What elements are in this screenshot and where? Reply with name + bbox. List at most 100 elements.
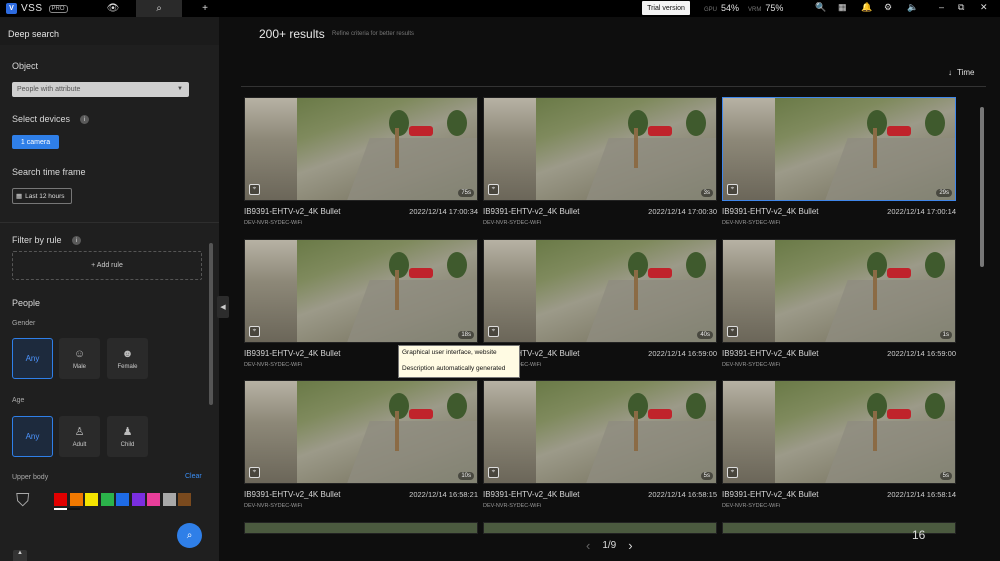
- speaker-icon[interactable]: 🔈: [907, 2, 918, 13]
- results-count: 200+ results: [259, 27, 325, 41]
- add-rule-button[interactable]: + Add rule: [12, 251, 202, 280]
- color-swatch[interactable]: [100, 493, 114, 506]
- result-thumbnail[interactable]: ⌖ 5s: [483, 380, 717, 484]
- trial-version-button[interactable]: Trial version: [642, 1, 690, 15]
- color-swatch[interactable]: [162, 493, 176, 506]
- age-adult-option[interactable]: ♙ Adult: [59, 416, 100, 457]
- tab-deep-search[interactable]: ⌕: [136, 0, 182, 17]
- crosshair-icon[interactable]: ⌖: [249, 326, 260, 337]
- chevron-left-icon: ◀: [220, 304, 226, 311]
- collapse-sidebar-button[interactable]: ◀: [217, 296, 229, 318]
- sort-arrow-icon: ↓: [948, 68, 952, 77]
- result-thumbnail[interactable]: ⌖ 1s: [722, 239, 956, 343]
- gender-male-option[interactable]: ☺ Male: [59, 338, 100, 379]
- age-child-option[interactable]: ♟ Child: [107, 416, 148, 457]
- color-swatch[interactable]: [178, 493, 191, 506]
- sort-label: Time: [957, 68, 975, 77]
- vram-stat: VRM 75%: [748, 3, 784, 13]
- age-any-option[interactable]: Any: [12, 416, 53, 457]
- app-logo: V VSS PRO: [0, 3, 90, 14]
- crosshair-icon[interactable]: ⌖: [727, 467, 738, 478]
- car-object: [887, 126, 911, 136]
- crosshair-icon[interactable]: ⌖: [488, 467, 499, 478]
- color-swatch[interactable]: [147, 493, 160, 506]
- result-timestamp: 2022/12/14 16:59:00: [887, 349, 956, 358]
- tree-trunk: [873, 411, 877, 451]
- crosshair-icon[interactable]: ⌖: [488, 184, 499, 195]
- color-swatch[interactable]: [85, 493, 98, 506]
- gender-female-label: Female: [117, 363, 138, 370]
- search-button[interactable]: ⌕: [177, 523, 202, 548]
- timeframe-button[interactable]: ▦ Last 12 hours: [12, 188, 72, 204]
- minimize-icon[interactable]: –: [939, 2, 944, 12]
- tree-object: [686, 110, 706, 136]
- result-thumbnail[interactable]: ⌖ 10s: [244, 380, 478, 484]
- color-swatch[interactable]: [69, 493, 83, 506]
- result-thumbnail[interactable]: ⌖ 5s: [722, 380, 956, 484]
- info-icon[interactable]: i: [72, 236, 81, 245]
- results-scrollbar[interactable]: [980, 107, 984, 267]
- clear-link[interactable]: Clear: [185, 473, 202, 480]
- result-thumbnail[interactable]: ⌖ 75s: [244, 97, 478, 201]
- object-select[interactable]: People with attribute ▼: [12, 82, 189, 97]
- tree-object: [447, 252, 467, 278]
- car-object: [409, 409, 433, 419]
- select-camera-button[interactable]: 1 camera: [12, 135, 59, 149]
- result-thumbnail[interactable]: ⌖ 18s: [244, 239, 478, 343]
- result-camera-name: IB9391-EHTV-v2_4K Bullet: [722, 207, 819, 216]
- result-timestamp: 2022/12/14 17:00:14: [887, 207, 956, 216]
- age-any-label: Any: [25, 432, 40, 441]
- gender-any-option[interactable]: Any: [12, 338, 53, 379]
- result-thumbnail[interactable]: [244, 522, 478, 534]
- color-swatch[interactable]: [116, 493, 129, 506]
- object-select-value: People with attribute: [17, 86, 81, 93]
- result-thumbnail[interactable]: [483, 522, 717, 534]
- crosshair-icon[interactable]: ⌖: [488, 326, 499, 337]
- grid-icon[interactable]: ▦: [838, 2, 847, 13]
- result-device-name: DEV-NVR-SYDEC-WiFi: [244, 220, 303, 226]
- logo-pro-badge: PRO: [48, 4, 68, 13]
- gender-female-option[interactable]: ☻ Female: [107, 338, 148, 379]
- next-page-icon[interactable]: ›: [628, 538, 632, 553]
- tree-trunk: [395, 128, 399, 168]
- crosshair-icon[interactable]: ⌖: [249, 467, 260, 478]
- result-camera-name: IB9391-EHTV-v2_4K Bullet: [244, 349, 341, 358]
- tree-trunk: [634, 411, 638, 451]
- road-area: [583, 138, 716, 200]
- result-thumbnail[interactable]: ⌖ 40s: [483, 239, 717, 343]
- search-icon[interactable]: 🔍: [815, 2, 826, 13]
- tab-live-view[interactable]: 👁: [90, 0, 136, 17]
- tree-trunk: [395, 411, 399, 451]
- result-camera-name: IB9391-EHTV-v2_4K Bullet: [722, 490, 819, 499]
- gear-icon[interactable]: ⚙: [884, 2, 892, 13]
- color-swatch[interactable]: [131, 493, 145, 506]
- info-icon[interactable]: i: [80, 115, 89, 124]
- crosshair-icon[interactable]: ⌖: [727, 326, 738, 337]
- restore-icon[interactable]: ⧉: [958, 2, 964, 13]
- crosshair-icon[interactable]: ⌖: [727, 184, 738, 195]
- close-icon[interactable]: ✕: [980, 2, 988, 13]
- scene-image: [536, 240, 716, 342]
- crosshair-icon[interactable]: ⌖: [249, 184, 260, 195]
- female-icon: ☻: [121, 347, 134, 360]
- bell-icon[interactable]: 🔔: [861, 2, 872, 13]
- sidebar-scrollbar[interactable]: [209, 243, 213, 405]
- duration-badge: 10s: [458, 472, 474, 480]
- sort-by-time-button[interactable]: ↓ Time: [948, 68, 974, 77]
- result-timestamp: 2022/12/14 16:58:14: [887, 490, 956, 499]
- gender-male-label: Male: [72, 363, 86, 370]
- add-tab-button[interactable]: +: [182, 0, 228, 17]
- tree-object: [628, 252, 648, 278]
- duration-badge: 18s: [458, 331, 474, 339]
- prev-page-icon[interactable]: ‹: [586, 538, 590, 553]
- result-device-name: DEV-NVR-SYDEC-WiFi: [483, 220, 542, 226]
- search-icon: ⌕: [186, 530, 193, 541]
- scroll-up-button[interactable]: ▲: [13, 550, 27, 561]
- result-camera-name: IB9391-EHTV-v2_4K Bullet: [244, 490, 341, 499]
- result-timestamp: 2022/12/14 16:58:15: [648, 490, 717, 499]
- duration-badge: 40s: [697, 331, 713, 339]
- result-thumbnail[interactable]: ⌖ 29s: [722, 97, 956, 201]
- result-thumbnail[interactable]: ⌖ 3s: [483, 97, 717, 201]
- color-swatch[interactable]: [54, 493, 67, 506]
- selected-color-indicator: [67, 508, 80, 510]
